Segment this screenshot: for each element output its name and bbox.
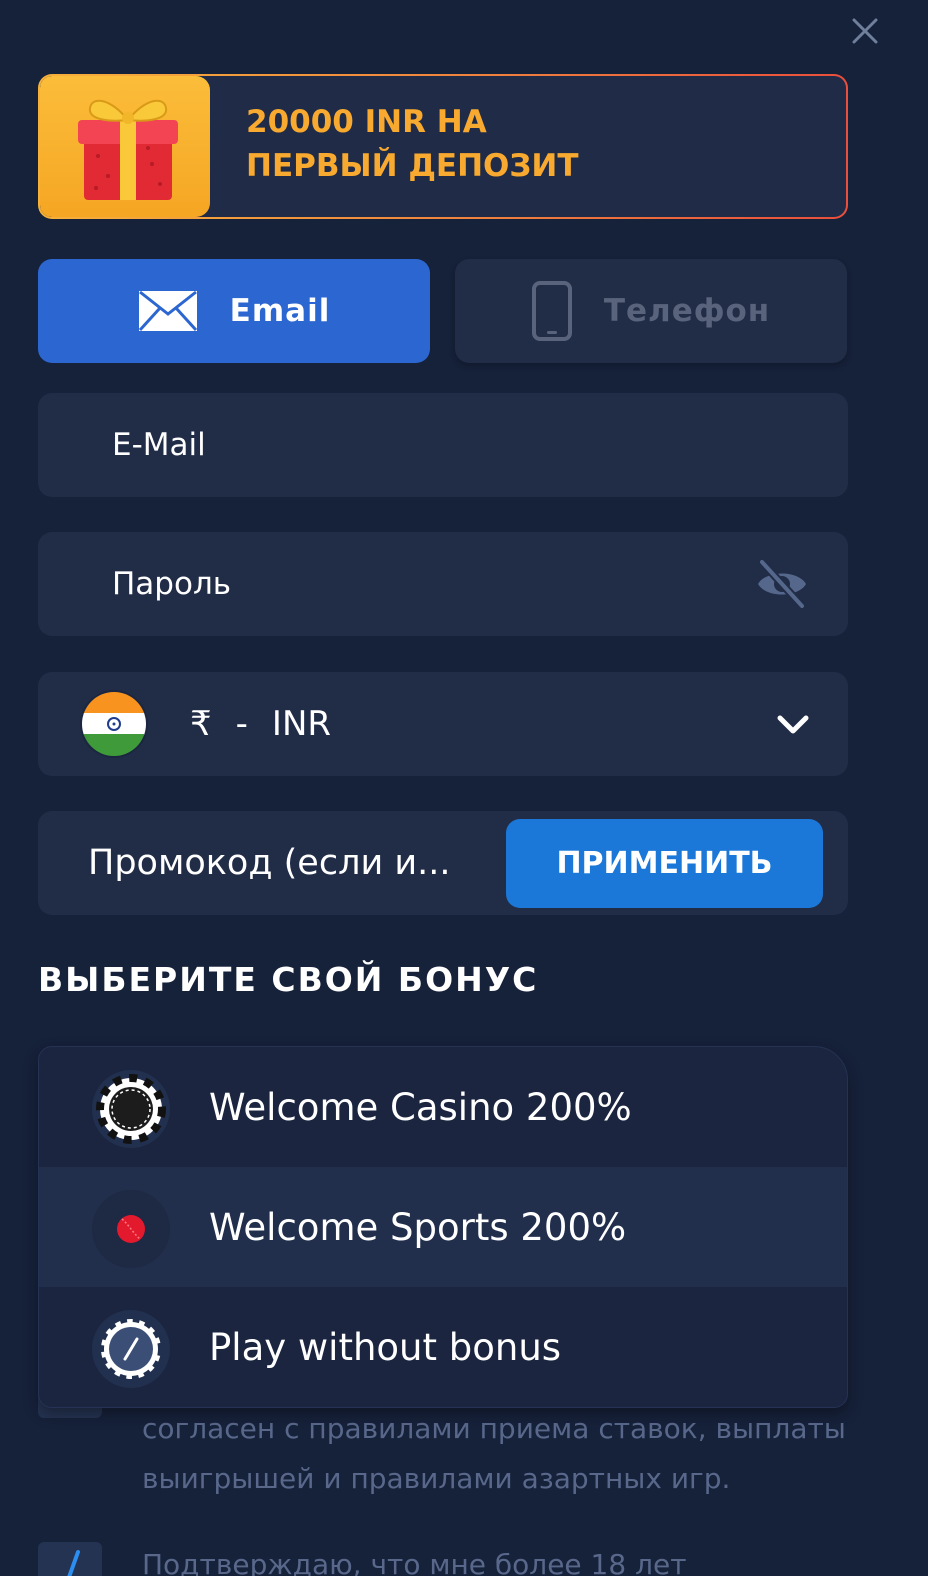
- terms-text: согласен с правилами приема ставок, выпл…: [142, 1412, 846, 1495]
- tab-phone-label: Телефон: [603, 293, 771, 329]
- cricket-ball-icon: [92, 1190, 170, 1268]
- close-button[interactable]: [846, 12, 884, 50]
- tab-email[interactable]: Email: [38, 259, 430, 363]
- gift-icon: [78, 99, 178, 200]
- eye-off-icon: [758, 559, 806, 609]
- phone-icon: [531, 281, 572, 341]
- bonus-option-label: Welcome Sports 200%: [209, 1205, 627, 1249]
- promo-code-input[interactable]: [88, 811, 488, 915]
- currency-code: INR: [271, 704, 332, 744]
- bonus-section-title: ВЫБЕРИТЕ СВОЙ БОНУС: [38, 960, 539, 999]
- close-icon: [852, 18, 878, 44]
- first-deposit-banner[interactable]: 20000 INR НА ПЕРВЫЙ ДЕПОЗИТ: [38, 74, 848, 219]
- email-field-wrapper: [38, 393, 848, 497]
- chevron-down-icon: [776, 708, 810, 740]
- bonus-option-casino[interactable]: Welcome Casino 200%: [39, 1047, 847, 1167]
- toggle-password-button[interactable]: [754, 558, 810, 610]
- currency-symbol: ₹: [190, 704, 212, 744]
- bonus-option-label: Play without bonus: [209, 1325, 562, 1369]
- india-flag-icon: [82, 692, 146, 756]
- tab-phone[interactable]: Телефон: [455, 259, 847, 363]
- gift-tile: [40, 76, 210, 217]
- no-bonus-icon: [92, 1310, 170, 1388]
- promo-field-wrapper: ПРИМЕНИТЬ: [38, 811, 848, 915]
- banner-line-2: ПЕРВЫЙ ДЕПОЗИТ: [246, 148, 579, 184]
- bonus-option-sports[interactable]: Welcome Sports 200%: [39, 1167, 847, 1287]
- bonus-option-none[interactable]: Play without bonus: [39, 1287, 847, 1407]
- envelope-icon: [138, 290, 197, 332]
- password-field-wrapper: [38, 532, 848, 636]
- bonus-dropdown: Welcome Casino 200% Welcome Sports 200% …: [38, 1046, 848, 1408]
- age-confirm-text: Подтверждаю, что мне более 18 лет: [142, 1548, 687, 1576]
- casino-chip-icon: [92, 1070, 170, 1148]
- tab-email-label: Email: [229, 293, 331, 329]
- currency-select[interactable]: ₹ - INR: [38, 672, 848, 776]
- banner-line-1: 20000 INR НА: [246, 104, 487, 140]
- age-checkbox[interactable]: [38, 1542, 102, 1576]
- apply-promo-button[interactable]: ПРИМЕНИТЬ: [506, 819, 823, 908]
- email-field[interactable]: [112, 393, 732, 497]
- bonus-option-label: Welcome Casino 200%: [209, 1085, 632, 1129]
- password-field[interactable]: [112, 532, 732, 636]
- checkmark-icon: [67, 1550, 80, 1576]
- currency-separator: -: [235, 704, 248, 744]
